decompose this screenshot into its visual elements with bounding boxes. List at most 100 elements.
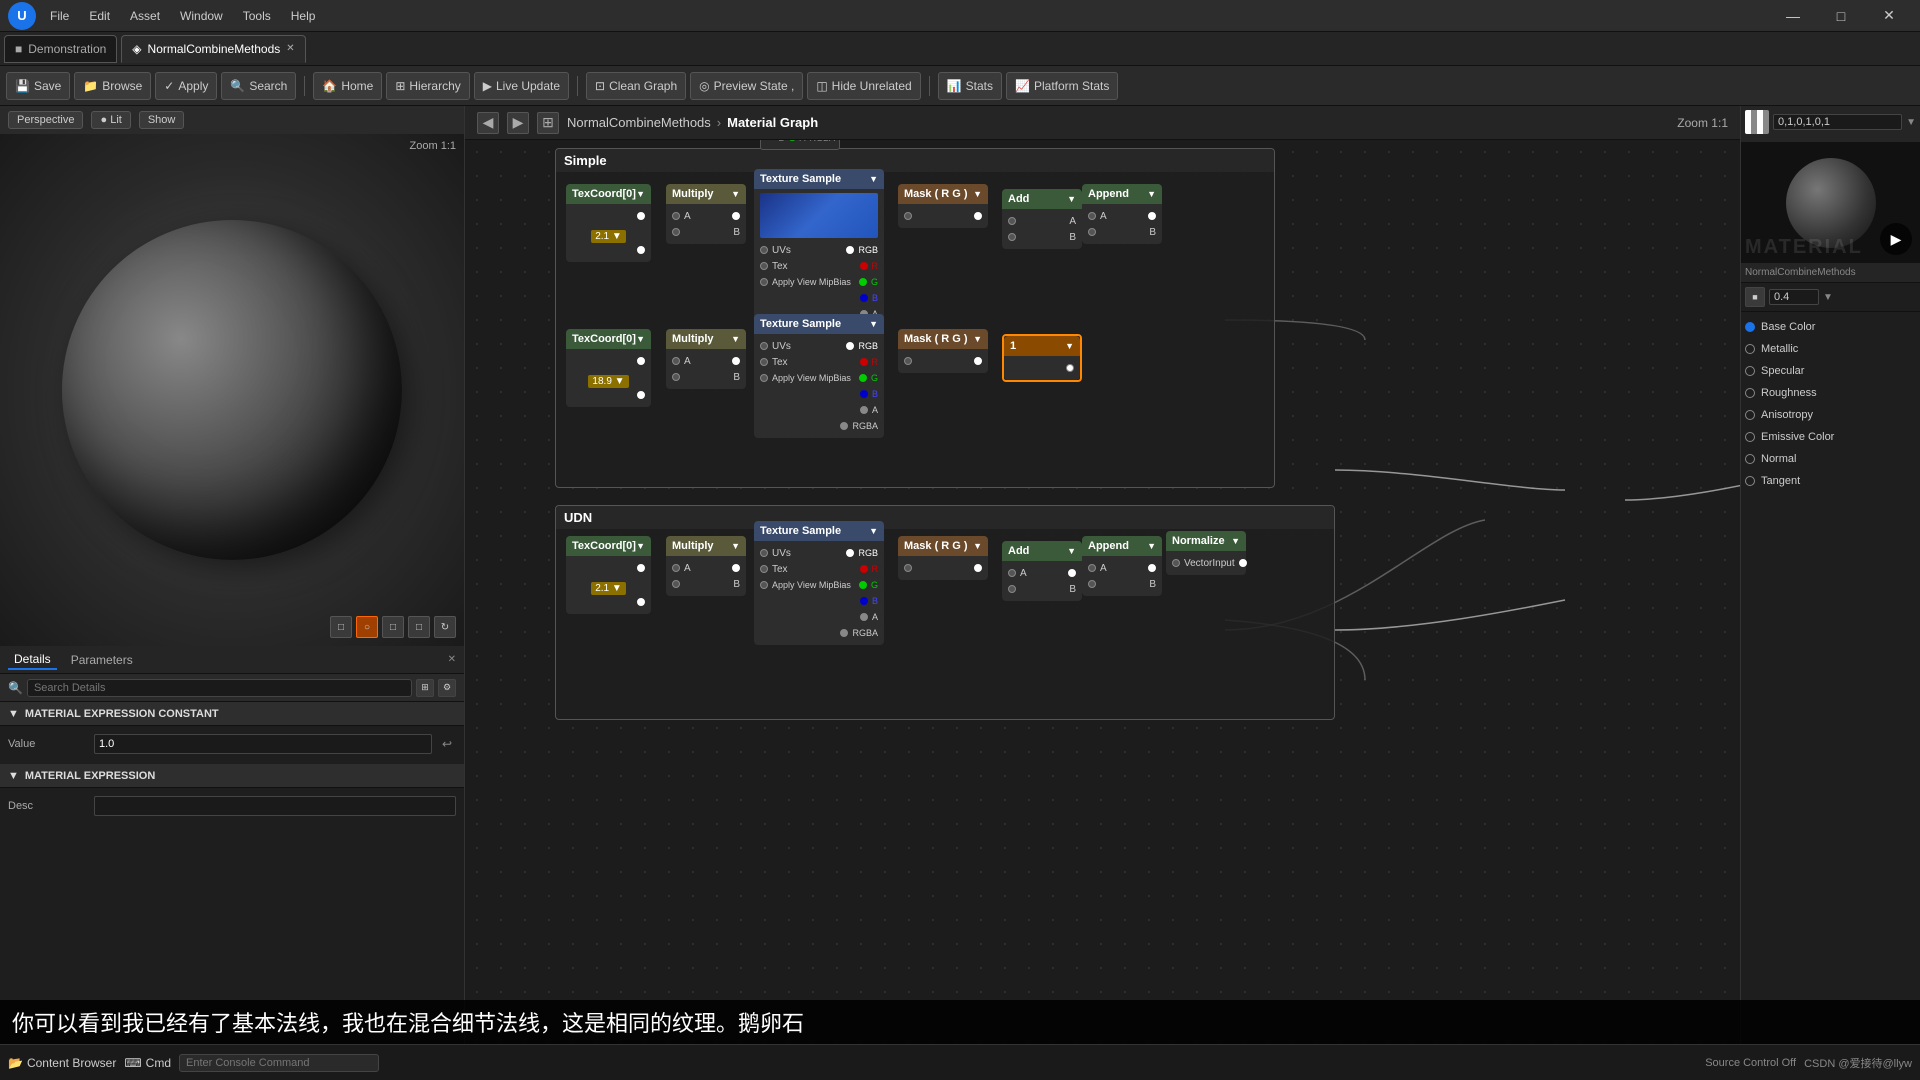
node-append-2[interactable]: Append ▼ A B [1082, 536, 1162, 596]
anisotropy-connector[interactable] [1745, 410, 1755, 420]
hierarchy-button[interactable]: ⊞ Hierarchy [386, 72, 469, 100]
node-value[interactable]: 18.9 ▼ [588, 375, 628, 388]
dropdown-icon[interactable]: ▼ [636, 541, 645, 551]
node-multiply-1[interactable]: Multiply ▼ A B [666, 184, 746, 244]
node-value[interactable]: 2.1 ▼ [591, 230, 626, 243]
console-input[interactable] [179, 1054, 379, 1072]
dropdown-icon[interactable]: ▼ [731, 189, 740, 199]
maximize-button[interactable]: □ [1818, 0, 1864, 32]
vp-tool-4[interactable]: □ [408, 616, 430, 638]
node-tex-sample-2[interactable]: Texture Sample ▼ UVs RGB Tex [754, 314, 884, 438]
dropdown-icon[interactable]: ▼ [869, 526, 878, 536]
mat-expression-header[interactable]: ▼ MATERIAL EXPRESSION [0, 764, 464, 788]
node-append-1[interactable]: Append ▼ A B [1082, 184, 1162, 244]
mat-expression-constant-header[interactable]: ▼ MATERIAL EXPRESSION CONSTANT [0, 702, 464, 726]
tab-material[interactable]: ◈ NormalCombineMethods ✕ [121, 35, 305, 63]
menu-edit[interactable]: Edit [85, 7, 114, 25]
live-update-button[interactable]: ▶ Live Update [474, 72, 569, 100]
desc-input[interactable] [94, 796, 456, 816]
save-button[interactable]: 💾 Save [6, 72, 70, 100]
vp-tool-1[interactable]: □ [330, 616, 352, 638]
node-mask-rg-2[interactable]: Mask ( R G ) ▼ [898, 329, 988, 373]
tab-close-icon[interactable]: ✕ [286, 43, 294, 54]
roughness-connector[interactable] [1745, 388, 1755, 398]
clean-graph-button[interactable]: ⊡ Clean Graph [586, 72, 686, 100]
specular-connector[interactable] [1745, 366, 1755, 376]
apply-button[interactable]: ✓ Apply [155, 72, 217, 100]
browse-button[interactable]: 📁 Browse [74, 72, 151, 100]
normal-connector[interactable] [1745, 454, 1755, 464]
node-add-2[interactable]: Add ▼ A B [1002, 541, 1082, 601]
menu-help[interactable]: Help [287, 7, 320, 25]
roughness-dropdown[interactable]: ▼ [1823, 292, 1833, 303]
viewport-show-button[interactable]: Show [139, 111, 185, 129]
viewport-view-button[interactable]: ● Lit [91, 111, 130, 129]
vp-tool-5[interactable]: ↻ [434, 616, 456, 638]
node-mask-rg-1[interactable]: Mask ( R G ) ▼ [898, 184, 988, 228]
reset-value-button[interactable]: ↩ [438, 735, 456, 753]
platform-stats-button[interactable]: 📈 Platform Stats [1006, 72, 1118, 100]
nav-grid-button[interactable]: ⊞ [537, 112, 559, 134]
ng-canvas[interactable]: Simple TexCoord[0] ▼ 2.1 ▼ [465, 140, 1740, 1044]
node-multiply-2[interactable]: Multiply ▼ A B [666, 329, 746, 389]
hide-unrelated-button[interactable]: ◫ Hide Unrelated [807, 72, 920, 100]
dropdown-icon[interactable]: ▼ [1147, 541, 1156, 551]
dropdown-icon[interactable]: ▼ [731, 334, 740, 344]
base-color-connector[interactable] [1745, 322, 1755, 332]
tab-parameters[interactable]: Parameters [65, 651, 139, 669]
grid-view-icon[interactable]: ⊞ [416, 679, 434, 697]
play-button[interactable]: ▶ [1880, 223, 1912, 255]
metallic-connector[interactable] [1745, 344, 1755, 354]
node-value[interactable]: 2.1 ▼ [591, 582, 626, 595]
dropdown-icon[interactable]: ▼ [973, 189, 982, 199]
node-add-1[interactable]: Add ▼ A B [1002, 189, 1082, 249]
stats-button[interactable]: 📊 Stats [938, 72, 1002, 100]
dropdown-icon[interactable]: ▼ [731, 541, 740, 551]
menu-tools[interactable]: Tools [239, 7, 275, 25]
color-value-input[interactable] [1773, 114, 1902, 130]
dropdown-icon[interactable]: ▼ [869, 174, 878, 184]
menu-window[interactable]: Window [176, 7, 227, 25]
home-button[interactable]: 🏠 Home [313, 72, 382, 100]
node-multiply-3[interactable]: Multiply ▼ A B [666, 536, 746, 596]
node-texcoord-3[interactable]: TexCoord[0] ▼ 2.1 ▼ [566, 536, 651, 614]
details-close-icon[interactable]: ✕ [448, 654, 456, 665]
node-normalize-1[interactable]: Normalize ▼ VectorInput [1166, 531, 1246, 575]
dropdown-icon[interactable]: ▼ [1231, 536, 1240, 546]
cmd-button[interactable]: ⌨ Cmd [124, 1056, 171, 1070]
color-dropdown-icon[interactable]: ▼ [1906, 117, 1916, 128]
close-button[interactable]: ✕ [1866, 0, 1912, 32]
node-texcoord-1[interactable]: TexCoord[0] ▼ 2.1 ▼ [566, 184, 651, 262]
dropdown-icon[interactable]: ▼ [1065, 341, 1074, 351]
node-tex-sample-3[interactable]: Texture Sample ▼ UVs RGB Tex [754, 521, 884, 645]
dropdown-icon[interactable]: ▼ [1147, 189, 1156, 199]
dropdown-icon[interactable]: ▼ [636, 334, 645, 344]
dropdown-icon[interactable]: ▼ [973, 541, 982, 551]
dropdown-icon[interactable]: ▼ [1067, 546, 1076, 556]
search-details-input[interactable] [27, 679, 412, 697]
dropdown-icon[interactable]: ▼ [973, 334, 982, 344]
dropdown-icon[interactable]: ▼ [869, 319, 878, 329]
tab-details[interactable]: Details [8, 650, 57, 670]
node-mask-rg-3[interactable]: Mask ( R G ) ▼ [898, 536, 988, 580]
tangent-connector[interactable] [1745, 476, 1755, 486]
menu-asset[interactable]: Asset [126, 7, 164, 25]
node-const-1[interactable]: 1 ▼ [1002, 334, 1082, 382]
vp-tool-2[interactable]: ○ [356, 616, 378, 638]
nav-forward-button[interactable]: ▶ [507, 112, 529, 134]
breadcrumb-root[interactable]: NormalCombineMethods [567, 115, 711, 130]
menu-file[interactable]: File [46, 7, 73, 25]
vp-tool-3[interactable]: □ [382, 616, 404, 638]
content-browser-button[interactable]: 📂 Content Browser [8, 1056, 116, 1070]
roughness-value-input[interactable] [1769, 289, 1819, 305]
settings-icon[interactable]: ⚙ [438, 679, 456, 697]
viewport-mode-button[interactable]: Perspective [8, 111, 83, 129]
dropdown-icon[interactable]: ▼ [636, 189, 645, 199]
search-button[interactable]: 🔍 Search [221, 72, 296, 100]
value-input[interactable] [94, 734, 432, 754]
minimize-button[interactable]: — [1770, 0, 1816, 32]
tab-demonstration[interactable]: ■ Demonstration [4, 35, 117, 63]
emissive-color-connector[interactable] [1745, 432, 1755, 442]
preview-state-button[interactable]: ◎ Preview State , [690, 72, 803, 100]
dropdown-icon[interactable]: ▼ [1067, 194, 1076, 204]
